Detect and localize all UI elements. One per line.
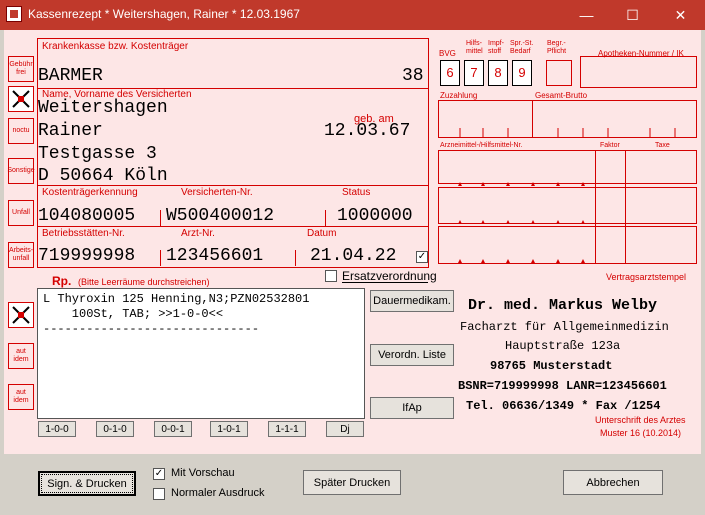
abbrechen-button[interactable]: Abbrechen [563,470,663,495]
kt-label: Kostenträgerkennung [42,187,138,198]
datum-checkbox[interactable]: ✓ [416,251,428,263]
rp-line-3: ------------------------------ [43,322,260,336]
kasse-code: 38 [402,66,424,86]
surname-value[interactable]: Weitershagen [38,98,168,118]
bsnr-value[interactable]: 719999998 [38,246,135,266]
rp-hint: (Bitte Leerräume durchstreichen) [78,277,210,287]
tick-marks [458,128,676,263]
sonstige-icon[interactable]: Sonstige [7,158,35,184]
dose-1-0-0-button[interactable]: 1-0-0 [38,421,76,437]
vertragsarzt-label: Vertragsarztstempel [606,272,687,282]
city-value[interactable]: D 50664 Köln [38,166,168,186]
doctor-ids: BSNR=719999998 LANR=123456601 [458,379,667,393]
hilfsmittel-label: Hilfs-mittel [466,40,483,55]
ersatz-label: Ersatzverordnung [342,269,437,283]
zuzahlung-label: Zuzahlung [440,91,478,100]
mit-vorschau-checkbox[interactable]: ✓ [153,468,165,480]
noctu-icon[interactable]: noctu [8,118,34,144]
dose-0-0-1-button[interactable]: 0-0-1 [154,421,192,437]
gebuehr-frei-icon[interactable]: Gebühr frei [8,56,34,82]
close-button[interactable]: ✕ [655,0,705,30]
birthdate-value[interactable]: 12.03.67 [324,121,410,141]
bvg-label: BVG [439,49,456,58]
bsnr-label: Betriebsstätten-Nr. [42,228,125,239]
doctor-city: 98765 Musterstadt [490,359,613,373]
sign-print-button[interactable]: Sign. & Drucken [38,471,136,496]
digit-8[interactable]: 8 [488,60,508,86]
aut-idem-3-icon[interactable]: aut idem [8,384,34,410]
ifap-button[interactable]: IfAp [370,397,454,419]
begr-box[interactable] [546,60,572,86]
gebuehr-pflicht-checked-icon[interactable] [8,86,34,112]
spr-label: Spr.-St. Bedarf [510,40,534,55]
spaeter-drucken-button[interactable]: Später Drucken [303,470,401,495]
status-label: Status [342,187,371,198]
aut-idem-1-checked-icon[interactable] [8,302,34,328]
dose-1-1-1-button[interactable]: 1-1-1 [268,421,306,437]
rp-line-1: L Thyroxin 125 Henning,N3;PZN02532801 [43,292,310,306]
apotheke-box [580,56,697,88]
firstname-value[interactable]: Rainer [38,121,103,141]
impfstoff-label: Impf-stoff [488,40,504,55]
maximize-button[interactable]: ☐ [609,0,655,30]
normaler-ausdruck-checkbox[interactable] [153,488,165,500]
gesamt-label: Gesamt-Brutto [535,91,588,100]
digit-6[interactable]: 6 [440,60,460,86]
normaler-ausdruck-label: Normaler Ausdruck [171,487,265,499]
dose-0-1-0-button[interactable]: 0-1-0 [96,421,134,437]
verordnungsliste-button[interactable]: Verordn. Liste [370,344,454,366]
arzt-value[interactable]: 123456601 [166,246,263,266]
doctor-street: Hauptstraße 123a [505,339,621,353]
kasse-value[interactable]: BARMER [38,66,103,86]
begr-label: Begr.-Pflicht [547,40,567,55]
kt-value[interactable]: 104080005 [38,206,135,226]
arzt-label: Arzt-Nr. [181,228,215,239]
cross-icon [12,90,30,108]
dauermedikation-button[interactable]: Dauermedikam. [370,290,454,312]
digit-7[interactable]: 7 [464,60,484,86]
muster-label: Muster 16 (10.2014) [600,428,682,438]
vnr-value[interactable]: W500400012 [166,206,274,226]
window-title: Kassenrezept * Weitershagen, Rainer * 12… [28,7,300,21]
doctor-name: Dr. med. Markus Welby [468,297,658,314]
datum-value[interactable]: 21.04.22 [310,246,396,266]
rp-line-2: 100St, TAB; >>1-0-0<< [43,307,224,321]
unfall-icon[interactable]: Unfall [8,200,34,226]
status-value[interactable]: 1000000 [337,206,413,226]
mit-vorschau-label: Mit Vorschau [171,467,235,479]
vnr-label: Versicherten-Nr. [181,187,253,198]
minimize-button[interactable]: — [563,0,609,30]
datum-label: Datum [307,228,337,239]
cross-icon [12,306,30,324]
dose-1-0-1-button[interactable]: 1-0-1 [210,421,248,437]
doctor-tel: Tel. 06636/1349 * Fax /1254 [466,399,661,413]
kasse-label: Krankenkasse bzw. Kostenträger [42,41,189,52]
dose-dj-button[interactable]: Dj [326,421,364,437]
street-value[interactable]: Testgasse 3 [38,144,157,164]
signature-label: Unterschrift des Arztes [595,415,686,425]
arbeitsunfall-icon[interactable]: Arbeits-unfall [8,242,34,268]
aut-idem-2-icon[interactable]: aut idem [8,343,34,369]
app-icon [6,6,22,22]
rp-label: Rp. [52,274,72,288]
ersatz-checkbox[interactable] [325,270,337,282]
digit-9[interactable]: 9 [512,60,532,86]
doctor-title: Facharzt für Allgemeinmedizin [460,320,669,334]
